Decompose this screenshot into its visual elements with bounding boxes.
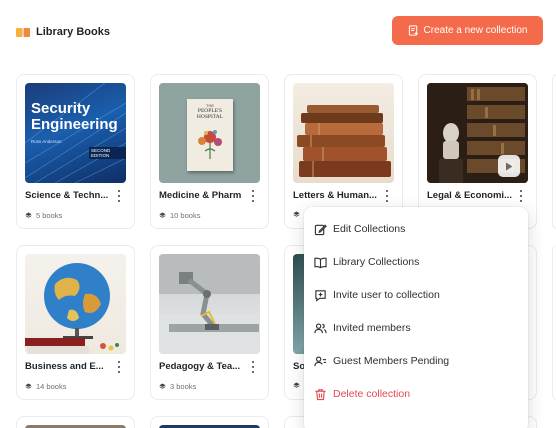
more-options-icon[interactable] [116,361,122,373]
collection-cover-image [427,83,528,183]
users-icon [314,322,327,333]
collection-card-partial[interactable] [552,245,556,400]
book-count: 3 books [159,382,196,391]
create-collection-button[interactable]: Create a new collection [392,16,543,45]
cover-art [25,83,126,183]
book-count: 5 books [25,211,62,220]
book-count [293,382,300,389]
book-count-label: 5 books [36,211,63,220]
book-count: 14 books [25,382,66,391]
page-title: Library Books [36,26,110,38]
collection-cover-image [293,83,394,183]
collection-name: Pedagogy & Tea... [159,361,241,372]
menu-item-label: Library Collections [333,256,420,268]
menu-item-invite-user[interactable]: Invite user to collection [314,285,440,305]
menu-item-label: Invite user to collection [333,289,440,301]
collection-name: Medicine & Pharm [159,190,242,201]
collection-card[interactable]: THE PEOPLE'S HOSPITAL Medicine & Pharm 1… [150,74,269,229]
open-book-icon [16,27,30,37]
book-count: 10 books [159,211,200,220]
collection-card[interactable]: Pedagogy & Tea... 3 books [150,245,269,400]
floral-art [198,130,222,159]
menu-item-label: Delete collection [333,388,411,400]
collection-name: Letters & Human... [293,190,377,201]
collection-card[interactable] [16,416,135,428]
collection-context-menu: Edit Collections Library Collections Inv… [304,207,528,428]
layers-icon [159,383,166,389]
note-plus-icon [408,25,418,36]
menu-item-label: Edit Collections [333,223,406,235]
page-header: Library Books [16,26,110,38]
collection-card-partial[interactable] [552,74,556,229]
menu-item-label: Guest Members Pending [333,355,450,367]
user-pending-icon [314,355,327,366]
book-count-label: 3 books [170,382,197,391]
collection-cover-image [25,254,126,354]
layers-icon [159,212,166,218]
robot-arm-art [159,254,260,354]
collection-name: Business and E... [25,361,104,372]
collection-cover-image: Security Engineering Ross Anderson SECON… [25,83,126,183]
menu-item-library-collections[interactable]: Library Collections [314,252,419,272]
more-options-icon[interactable] [518,190,524,202]
play-icon [506,162,513,170]
book-count [293,211,304,218]
more-options-icon[interactable] [116,190,122,202]
book-count-label: 10 books [170,211,201,220]
collection-cover-image [159,254,260,354]
menu-item-guest-members-pending[interactable]: Guest Members Pending [314,351,449,371]
trash-icon [315,388,326,400]
more-options-icon[interactable] [250,361,256,373]
layers-icon [293,382,300,388]
cover-author: Ross Anderson [31,139,62,144]
book-count-label: 14 books [36,382,67,391]
chat-plus-icon [315,289,326,302]
cover-title-line2: HOSPITAL [196,114,224,120]
edit-icon [314,224,327,235]
play-button[interactable] [498,155,520,177]
collection-cover-image: THE PEOPLE'S HOSPITAL [159,83,260,183]
menu-item-edit-collections[interactable]: Edit Collections [314,219,405,239]
globe-books-art [25,263,119,354]
create-collection-label: Create a new collection [423,25,528,36]
menu-item-invited-members[interactable]: Invited members [314,318,411,338]
more-options-icon[interactable] [384,190,390,202]
open-book-icon [314,257,327,268]
collection-card[interactable]: Business and E... 14 books [16,245,135,400]
layers-icon [25,383,32,389]
collection-card[interactable]: Security Engineering Ross Anderson SECON… [16,74,135,229]
layers-icon [293,211,300,217]
stacked-books-art [297,105,391,177]
collection-card[interactable]: Legal & Economi... [418,74,537,229]
menu-item-label: Invited members [333,322,411,334]
collection-card[interactable] [150,416,269,428]
more-options-icon[interactable] [250,190,256,202]
collection-card[interactable]: Letters & Human... [284,74,403,229]
collection-name: Science & Techn... [25,190,109,201]
cover-title-line2: Engineering [31,116,118,133]
menu-item-delete-collection[interactable]: Delete collection [314,384,410,404]
layers-icon [25,212,32,218]
cover-title-line1: Security [31,100,91,117]
cover-edition: SECOND EDITION [89,147,126,159]
collection-name: Legal & Economi... [427,190,512,201]
